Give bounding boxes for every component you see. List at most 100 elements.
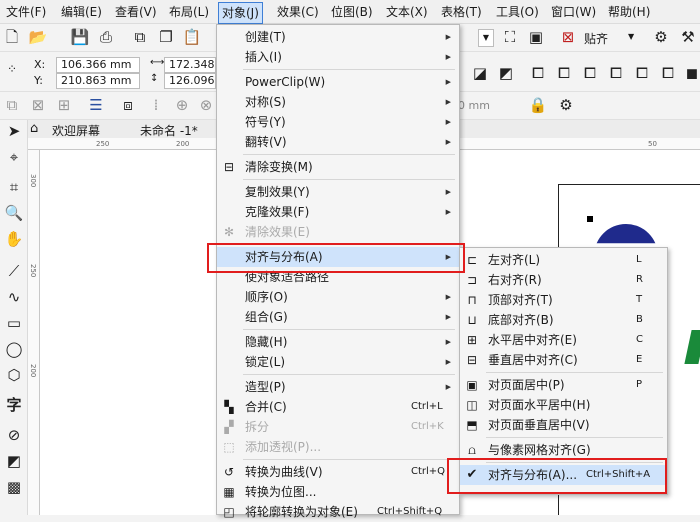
align-menu-item[interactable]: ▣ 对页面居中(P) P: [460, 375, 667, 395]
width-field[interactable]: 172.348 m: [164, 57, 216, 85]
menu-file[interactable]: 文件(F): [6, 3, 46, 21]
save-icon[interactable]: 💾: [70, 28, 90, 48]
object-origin-icon[interactable]: ⁘: [2, 60, 22, 80]
home-icon[interactable]: ⌂: [30, 121, 38, 136]
align-menu-item[interactable]: ⊟ 垂直居中对齐(C) E: [460, 350, 667, 370]
menu-edit[interactable]: 编辑(E): [61, 3, 102, 21]
object-menu-item[interactable]: ◰ 将轮廓转换为对象(E) Ctrl+Shift+Q: [217, 502, 459, 522]
open-folder-icon[interactable]: 📂: [28, 28, 48, 48]
shape-tool-icon[interactable]: ⌖: [4, 148, 24, 168]
menu-text[interactable]: 文本(X): [386, 3, 428, 21]
zoom-dropdown-arrow[interactable]: ▼: [478, 29, 494, 47]
rectangle-tool-icon[interactable]: ▭: [4, 314, 24, 334]
object-menu-item[interactable]: 对称(S) ▶: [217, 92, 459, 112]
align-menu-item[interactable]: ⊞ 水平居中对齐(E) C: [460, 330, 667, 350]
object-menu-item[interactable]: 符号(Y) ▶: [217, 112, 459, 132]
trim-icon[interactable]: ⧠: [554, 64, 574, 84]
tab-welcome[interactable]: 欢迎屏幕: [52, 122, 100, 139]
align-menu-item[interactable]: ⩍ 与像素网格对齐(G): [460, 440, 667, 460]
freehand-tool-icon[interactable]: ⟋: [4, 262, 24, 282]
align-menu-item[interactable]: ⊏ 左对齐(L) L: [460, 250, 667, 270]
object-menu-item[interactable]: ↺ 转换为曲线(V) Ctrl+Q: [217, 462, 459, 482]
shadow-tool-icon[interactable]: ◩: [4, 452, 24, 472]
menu-layout[interactable]: 布局(L): [169, 3, 209, 21]
polygon-tool-icon[interactable]: ⬡: [4, 366, 24, 386]
menu-window[interactable]: 窗口(W): [551, 3, 596, 21]
intersect-icon[interactable]: ⧠: [580, 64, 600, 84]
menu-effects[interactable]: 效果(C): [277, 3, 319, 21]
submenu-arrow-icon: ▶: [445, 33, 451, 41]
ellipse-tool-icon[interactable]: ◯: [4, 340, 24, 360]
menu-tools[interactable]: 工具(O): [496, 3, 539, 21]
snap-dropdown-arrow[interactable]: ▼: [628, 32, 634, 41]
create-boundary-icon[interactable]: ◼: [682, 64, 700, 84]
ungroup-icon[interactable]: ⊠: [28, 96, 48, 116]
ungroup-all-icon[interactable]: ⊞: [54, 96, 74, 116]
object-menu-item[interactable]: 顺序(O) ▶: [217, 287, 459, 307]
snap-icon[interactable]: ⊠: [558, 28, 578, 48]
unlock-object-icon[interactable]: ⊗: [196, 96, 216, 116]
object-menu-item[interactable]: 组合(G) ▶: [217, 307, 459, 327]
y-position-field[interactable]: 210.863 mm: [56, 73, 140, 89]
pan-tool-icon[interactable]: ✋: [4, 230, 24, 250]
object-menu-item[interactable]: 翻转(V) ▶: [217, 132, 459, 152]
lock-object-icon[interactable]: ⊕: [172, 96, 192, 116]
menu-bitmaps[interactable]: 位图(B): [331, 3, 373, 21]
object-menu-item[interactable]: 插入(I) ▶: [217, 47, 459, 67]
to-front-icon[interactable]: ◩: [496, 64, 516, 84]
object-menu-item[interactable]: ▚ 合并(C) Ctrl+L: [217, 397, 459, 417]
tab-document[interactable]: 未命名 -1*: [140, 122, 198, 139]
object-menu-item[interactable]: ⊟ 清除变换(M): [217, 157, 459, 177]
object-menu-item[interactable]: 锁定(L) ▶: [217, 352, 459, 372]
paste-icon[interactable]: 📋: [182, 28, 202, 48]
pick-tool-icon[interactable]: ➤: [4, 122, 24, 142]
object-menu-item[interactable]: 创建(T) ▶: [217, 27, 459, 47]
to-back-icon[interactable]: ◪: [470, 64, 490, 84]
zoom-tool-icon[interactable]: 🔍: [4, 204, 24, 224]
outline-width-field[interactable]: 0 mm: [458, 99, 490, 112]
artistic-media-icon[interactable]: ∿: [4, 288, 24, 308]
align-menu-item[interactable]: ⬒ 对页面垂直居中(V): [460, 415, 667, 435]
lock-icon[interactable]: 🔒: [528, 96, 548, 116]
transparency-tool-icon[interactable]: ▩: [4, 478, 24, 498]
object-menu-item[interactable]: ▦ 转换为位图...: [217, 482, 459, 502]
back-minus-front-icon[interactable]: ⧠: [658, 64, 678, 84]
group-icon[interactable]: ⧉: [2, 96, 22, 116]
object-menu-item[interactable]: 复制效果(Y) ▶: [217, 182, 459, 202]
text-tool-icon[interactable]: 字: [4, 396, 24, 416]
cut-icon[interactable]: ⧉: [130, 28, 150, 48]
quick-customize-icon[interactable]: ⚙: [556, 96, 576, 116]
full-screen-icon[interactable]: ⛶: [500, 28, 520, 48]
snap-to-label[interactable]: 贴齐: [584, 30, 608, 47]
settings-icon[interactable]: ⚒: [678, 28, 698, 48]
print-icon[interactable]: ⎙: [96, 28, 116, 48]
align-menu-item[interactable]: ◫ 对页面水平居中(H): [460, 395, 667, 415]
object-menu-item[interactable]: PowerClip(W) ▶: [217, 72, 459, 92]
copy-icon[interactable]: ❐: [156, 28, 176, 48]
front-minus-back-icon[interactable]: ⧠: [632, 64, 652, 84]
align-distribute-icon[interactable]: ☰: [86, 96, 106, 116]
object-menu-item[interactable]: 造型(P) ▶: [217, 377, 459, 397]
simplify-icon[interactable]: ⧠: [606, 64, 626, 84]
height-field[interactable]: 126.096 m: [164, 73, 216, 101]
menu-view[interactable]: 查看(V): [115, 3, 157, 21]
break-apart-icon[interactable]: ⁞: [146, 96, 166, 116]
launcher-icon[interactable]: ▣: [526, 28, 546, 48]
menu-help[interactable]: 帮助(H): [608, 3, 650, 21]
weld-icon[interactable]: ⧠: [528, 64, 548, 84]
dimension-tool-icon[interactable]: ⊘: [4, 426, 24, 446]
selection-handle[interactable]: [587, 216, 593, 222]
combine-icon[interactable]: ⧈: [118, 96, 138, 116]
align-menu-item[interactable]: ⊔ 底部对齐(B) B: [460, 310, 667, 330]
vertical-ruler[interactable]: 300 250 200: [28, 150, 40, 515]
menu-object[interactable]: 对象(J): [218, 2, 263, 24]
align-menu-item[interactable]: ⊐ 右对齐(R) R: [460, 270, 667, 290]
x-position-field[interactable]: 106.366 mm: [56, 57, 140, 73]
align-menu-item[interactable]: ⊓ 顶部对齐(T) T: [460, 290, 667, 310]
new-document-icon[interactable]: 🗋: [2, 28, 22, 48]
object-menu-item[interactable]: 隐藏(H) ▶: [217, 332, 459, 352]
options-gear-icon[interactable]: ⚙: [651, 28, 671, 48]
menu-table[interactable]: 表格(T): [441, 3, 482, 21]
object-menu-item[interactable]: 克隆效果(F) ▶: [217, 202, 459, 222]
crop-tool-icon[interactable]: ⌗: [4, 178, 24, 198]
